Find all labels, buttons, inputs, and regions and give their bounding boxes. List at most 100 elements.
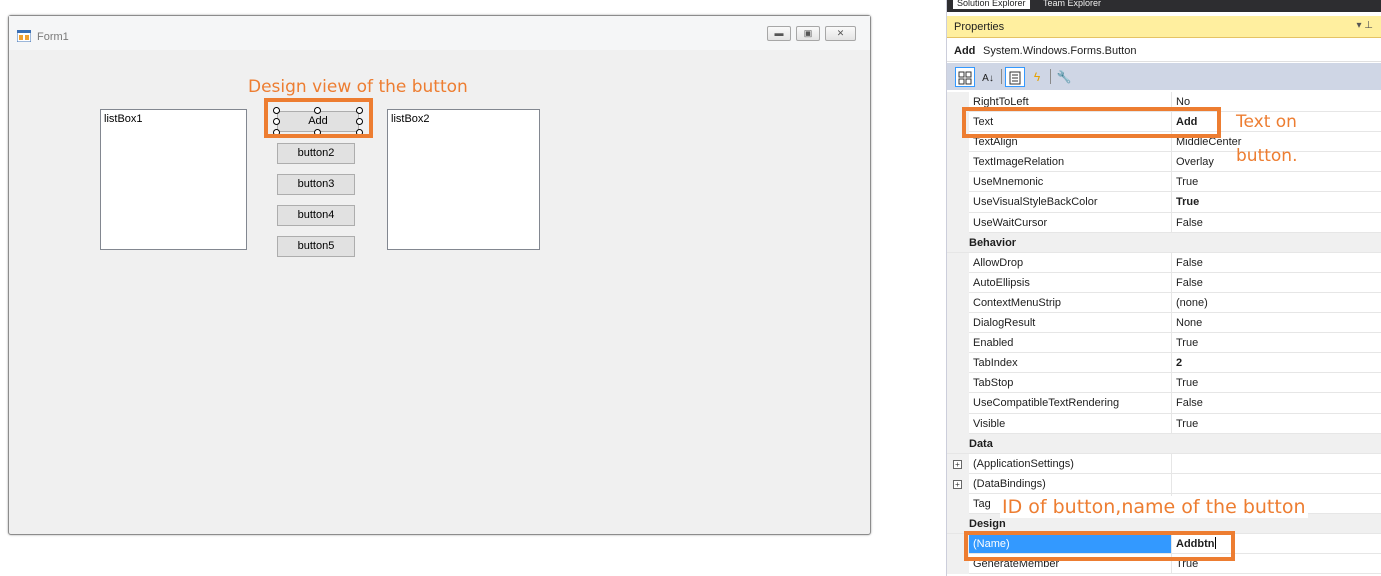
- minimize-icon: ▬: [774, 28, 784, 38]
- properties-button[interactable]: [1005, 67, 1025, 87]
- property-row[interactable]: ContextMenuStrip (none): [947, 292, 1381, 314]
- property-name-text: (ApplicationSettings): [973, 457, 1074, 470]
- alphabetical-button[interactable]: A↓: [978, 67, 998, 87]
- close-icon: ✕: [836, 28, 845, 38]
- close-button[interactable]: ✕: [825, 26, 856, 41]
- property-row[interactable]: UseMnemonic True: [947, 172, 1381, 193]
- form-title: Form1: [37, 31, 69, 43]
- property-name-text: TabStop: [973, 377, 1014, 390]
- button3-label: button3: [297, 178, 335, 190]
- property-name[interactable]: UseCompatibleTextRendering: [969, 393, 1172, 414]
- property-category-row[interactable]: −Data: [947, 433, 1381, 454]
- property-name[interactable]: (ApplicationSettings): [969, 453, 1172, 474]
- property-value[interactable]: False: [1172, 273, 1381, 293]
- button3[interactable]: button3: [277, 174, 355, 195]
- button2[interactable]: button2: [277, 143, 355, 164]
- property-row[interactable]: UseWaitCursor False: [947, 212, 1381, 233]
- property-name[interactable]: TextImageRelation: [969, 152, 1172, 173]
- property-name[interactable]: ContextMenuStrip: [969, 292, 1172, 314]
- property-value[interactable]: None: [1172, 313, 1381, 334]
- id-of-button-annotation: ID of button,name of the button: [1000, 496, 1308, 518]
- property-row[interactable]: Visible True: [947, 413, 1381, 434]
- property-row[interactable]: + (DataBindings): [947, 473, 1381, 494]
- property-name[interactable]: Behavior: [947, 232, 1381, 253]
- property-row[interactable]: + (ApplicationSettings): [947, 453, 1381, 474]
- property-value-text: Overlay: [1176, 156, 1214, 169]
- property-category-row[interactable]: −Behavior: [947, 232, 1381, 253]
- property-name-text: Behavior: [969, 236, 1017, 249]
- tab-team-explorer[interactable]: Team Explorer: [1039, 0, 1105, 9]
- property-row[interactable]: AllowDrop False: [947, 252, 1381, 273]
- property-value[interactable]: True: [1172, 192, 1381, 213]
- property-value[interactable]: True: [1172, 172, 1381, 193]
- listbox1[interactable]: listBox1: [100, 109, 247, 250]
- button4[interactable]: button4: [277, 205, 355, 226]
- property-name-text: UseMnemonic: [973, 176, 1044, 189]
- form-icon: [17, 30, 31, 42]
- property-row[interactable]: Enabled True: [947, 333, 1381, 354]
- property-name[interactable]: UseWaitCursor: [969, 212, 1172, 233]
- expand-icon[interactable]: +: [953, 479, 962, 489]
- property-name[interactable]: UseVisualStyleBackColor: [969, 192, 1172, 213]
- properties-title: Properties: [954, 21, 1005, 33]
- property-value[interactable]: 2: [1172, 353, 1381, 374]
- property-name[interactable]: Enabled: [969, 333, 1172, 354]
- property-name-text: AutoEllipsis: [973, 276, 1030, 289]
- property-row[interactable]: AutoEllipsis False: [947, 272, 1381, 293]
- property-name-text: Enabled: [973, 337, 1014, 350]
- maximize-button[interactable]: ▣: [796, 26, 820, 41]
- property-value[interactable]: True: [1172, 333, 1381, 354]
- property-value-text: True: [1176, 196, 1200, 209]
- property-name[interactable]: DialogResult: [969, 313, 1172, 334]
- property-value[interactable]: [1172, 474, 1381, 494]
- categorized-button[interactable]: [955, 67, 975, 87]
- property-pages-button[interactable]: 🔧: [1054, 67, 1074, 87]
- property-row[interactable]: TabIndex 2: [947, 353, 1381, 374]
- button2-label: button2: [297, 147, 335, 159]
- property-name-text: TextImageRelation: [973, 156, 1065, 169]
- property-name-text: DialogResult: [973, 317, 1036, 330]
- row-gutter: [947, 252, 969, 273]
- property-row[interactable]: UseVisualStyleBackColor True: [947, 192, 1381, 213]
- property-name[interactable]: AutoEllipsis: [969, 272, 1172, 293]
- form-titlebar[interactable]: Form1 ▬ ▣ ✕: [9, 16, 870, 50]
- properties-panel[interactable]: Solution Explorer Team Explorer Properti…: [946, 0, 1381, 576]
- pin-dropdown-icon[interactable]: ▾ ⊥: [1356, 20, 1373, 31]
- property-value-text: False: [1176, 397, 1203, 410]
- object-selector[interactable]: Add System.Windows.Forms.Button: [947, 40, 1381, 62]
- property-name[interactable]: Visible: [969, 413, 1172, 434]
- property-value[interactable]: (none): [1172, 293, 1381, 314]
- form-client-area[interactable]: listBox1 Add button2 button3 button4 but…: [15, 50, 864, 528]
- property-name-text: UseWaitCursor: [973, 216, 1048, 229]
- listbox2[interactable]: listBox2: [387, 109, 540, 250]
- property-row[interactable]: TextImageRelation Overlay: [947, 152, 1381, 173]
- events-icon: ϟ: [1033, 70, 1041, 84]
- minimize-button[interactable]: ▬: [767, 26, 791, 41]
- property-row[interactable]: UseCompatibleTextRendering False: [947, 393, 1381, 414]
- tab-solution-explorer[interactable]: Solution Explorer: [953, 0, 1030, 9]
- row-gutter: [947, 152, 969, 173]
- property-name[interactable]: Data: [947, 433, 1381, 454]
- property-value-text: False: [1176, 276, 1203, 289]
- events-button[interactable]: ϟ: [1027, 67, 1047, 87]
- property-row[interactable]: TabStop True: [947, 373, 1381, 394]
- property-value[interactable]: False: [1172, 393, 1381, 414]
- properties-header[interactable]: Properties ▾ ⊥: [947, 16, 1381, 38]
- property-name[interactable]: (DataBindings): [969, 473, 1172, 494]
- categorized-icon: [958, 71, 972, 85]
- button5[interactable]: button5: [277, 236, 355, 257]
- expand-icon[interactable]: +: [953, 459, 962, 469]
- property-value[interactable]: True: [1172, 414, 1381, 434]
- property-value[interactable]: False: [1172, 253, 1381, 273]
- property-value[interactable]: True: [1172, 373, 1381, 394]
- property-value[interactable]: False: [1172, 213, 1381, 233]
- property-value-text: False: [1176, 256, 1203, 269]
- property-value[interactable]: [1172, 454, 1381, 474]
- property-row[interactable]: DialogResult None: [947, 313, 1381, 334]
- property-name[interactable]: TabIndex: [969, 353, 1172, 374]
- property-name[interactable]: UseMnemonic: [969, 172, 1172, 193]
- property-name-text: UseVisualStyleBackColor: [973, 196, 1098, 209]
- property-name[interactable]: AllowDrop: [969, 252, 1172, 273]
- button4-label: button4: [297, 209, 335, 221]
- property-name[interactable]: TabStop: [969, 373, 1172, 394]
